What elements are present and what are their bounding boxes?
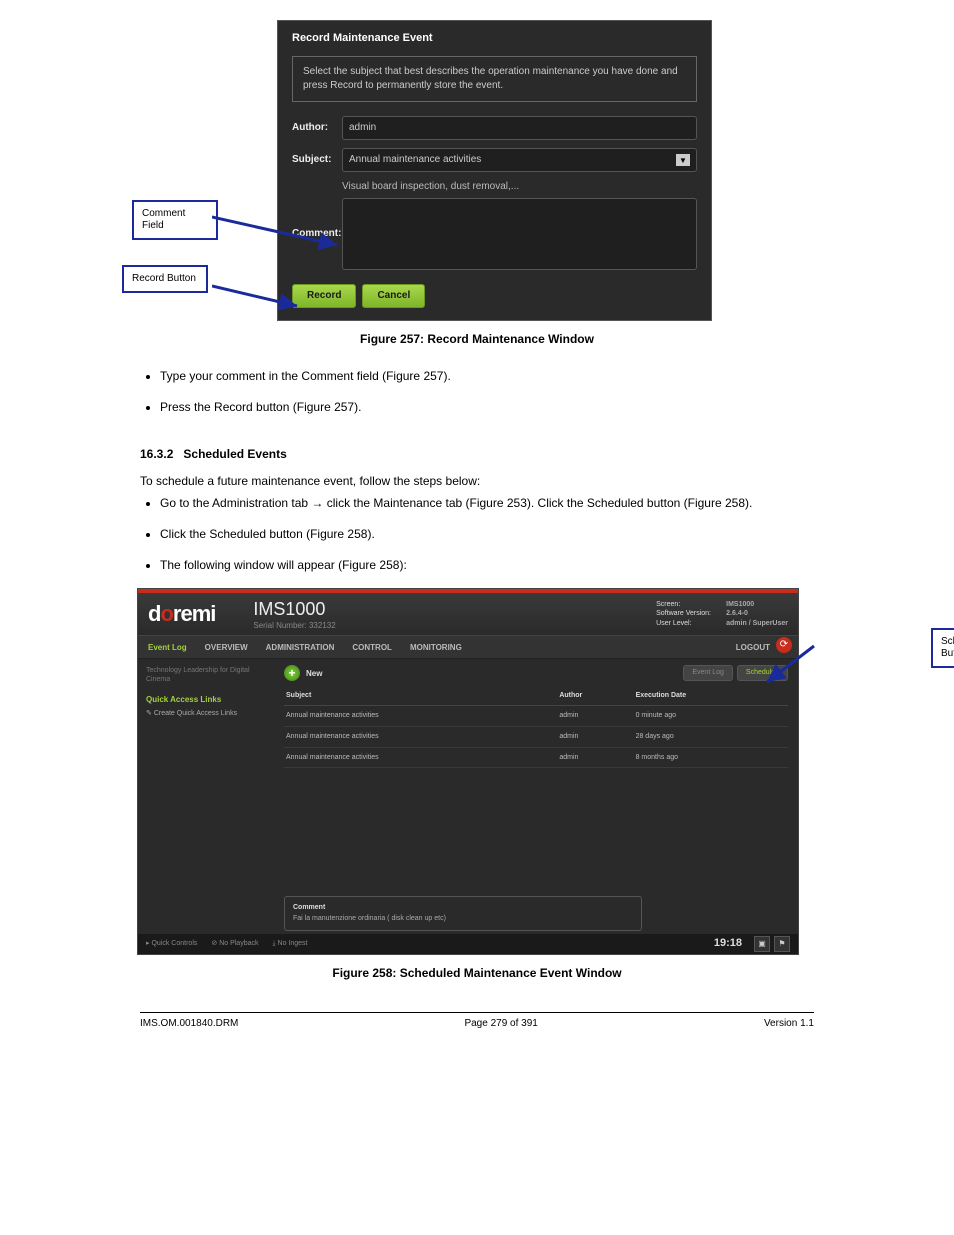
step-goto-admin: Go to the Administration tab → click the… bbox=[160, 495, 814, 512]
tab-overview[interactable]: OVERVIEW bbox=[205, 642, 248, 653]
figure-258-caption: Figure 258: Scheduled Maintenance Event … bbox=[0, 965, 954, 982]
step-click-scheduled: Click the Scheduled button (Figure 258). bbox=[160, 526, 814, 543]
dialog-title: Record Maintenance Event bbox=[292, 31, 697, 46]
tagline: Technology Leadership for Digital Cinema bbox=[146, 667, 266, 684]
step-record: Press the Record button (Figure 257). bbox=[160, 399, 814, 416]
subject-dropdown[interactable]: Annual maintenance activities ▼ bbox=[342, 148, 697, 172]
serial-number: Serial Number: 332132 bbox=[253, 620, 335, 631]
status-ingest: ⤓ No Ingest bbox=[272, 939, 307, 949]
record-maintenance-dialog: Record Maintenance Event Select the subj… bbox=[277, 20, 712, 321]
comment-textarea[interactable] bbox=[342, 198, 697, 270]
status-time: 19:18 bbox=[714, 936, 742, 951]
add-icon[interactable]: + bbox=[284, 665, 300, 681]
toggle-scheduled[interactable]: Scheduled bbox=[737, 665, 788, 681]
logout-link[interactable]: LOGOUT bbox=[736, 642, 770, 653]
table-row[interactable]: Annual maintenance activitiesadmin28 day… bbox=[284, 726, 788, 747]
header-meta: Screen:IMS1000 Software Version:2.6.4-0 … bbox=[656, 600, 788, 627]
tab-control[interactable]: CONTROL bbox=[352, 642, 392, 653]
new-button[interactable]: New bbox=[306, 668, 322, 679]
col-author[interactable]: Author bbox=[557, 687, 633, 705]
subject-label: Subject: bbox=[292, 153, 342, 167]
comment-body: Fai la manutenzione ordinaria ( disk cle… bbox=[293, 914, 633, 924]
doremi-logo: doremi bbox=[148, 601, 215, 626]
cancel-button[interactable]: Cancel bbox=[362, 284, 425, 308]
section-intro: To schedule a future maintenance event, … bbox=[140, 473, 814, 490]
status-icon-2[interactable]: ⚑ bbox=[774, 936, 790, 952]
tab-monitoring[interactable]: MONITORING bbox=[410, 642, 462, 653]
refresh-icon[interactable]: ⟳ bbox=[776, 637, 792, 653]
table-row[interactable]: Annual maintenance activitiesadmin0 minu… bbox=[284, 705, 788, 726]
status-icon-1[interactable]: ▣ bbox=[754, 936, 770, 952]
footer-version: Version 1.1 bbox=[764, 1017, 814, 1031]
toggle-event-log[interactable]: Event Log bbox=[683, 665, 733, 681]
callout-scheduled-button: Scheduled Button bbox=[931, 628, 954, 668]
page-footer: IMS.OM.001840.DRM Page 279 of 391 Versio… bbox=[140, 1012, 814, 1031]
tab-event-log[interactable]: Event Log bbox=[148, 642, 187, 653]
dialog-instruction: Select the subject that best describes t… bbox=[292, 56, 697, 102]
col-date[interactable]: Execution Date bbox=[634, 687, 788, 705]
figure-257-caption: Figure 257: Record Maintenance Window bbox=[0, 331, 954, 348]
footer-doc-id: IMS.OM.001840.DRM bbox=[140, 1017, 238, 1031]
col-subject[interactable]: Subject bbox=[284, 687, 557, 705]
footer-page: Page 279 of 391 bbox=[464, 1017, 537, 1031]
author-field[interactable]: admin bbox=[342, 116, 697, 140]
record-button[interactable]: Record bbox=[292, 284, 356, 308]
create-quick-access-link[interactable]: ✎ Create Quick Access Links bbox=[146, 709, 266, 719]
section-heading: 16.3.2 Scheduled Events bbox=[140, 446, 814, 463]
status-quick-controls[interactable]: ▸ Quick Controls bbox=[146, 939, 197, 949]
step-window-appears: The following window will appear (Figure… bbox=[160, 557, 814, 574]
ims1000-app-window: doremi IMS1000 Serial Number: 332132 Scr… bbox=[137, 588, 799, 955]
comment-title: Comment bbox=[293, 903, 633, 913]
comment-label: Comment: bbox=[292, 227, 342, 241]
step-comment: Type your comment in the Comment field (… bbox=[160, 368, 814, 385]
status-playback: ⊘ No Playback bbox=[211, 939, 258, 949]
quick-access-heading: Quick Access Links bbox=[146, 694, 266, 705]
product-name: IMS1000 bbox=[253, 597, 335, 622]
callout-comment-field: Comment Field bbox=[132, 200, 218, 240]
chevron-down-icon[interactable]: ▼ bbox=[676, 154, 690, 166]
comment-panel: Comment Fai la manutenzione ordinaria ( … bbox=[284, 896, 642, 932]
subject-hint: Visual board inspection, dust removal,..… bbox=[342, 180, 697, 194]
table-row[interactable]: Annual maintenance activitiesadmin8 mont… bbox=[284, 747, 788, 768]
events-table: Subject Author Execution Date Annual mai… bbox=[284, 687, 788, 768]
author-label: Author: bbox=[292, 121, 342, 135]
tab-administration[interactable]: ADMINISTRATION bbox=[266, 642, 335, 653]
callout-record-button: Record Button bbox=[122, 265, 208, 293]
